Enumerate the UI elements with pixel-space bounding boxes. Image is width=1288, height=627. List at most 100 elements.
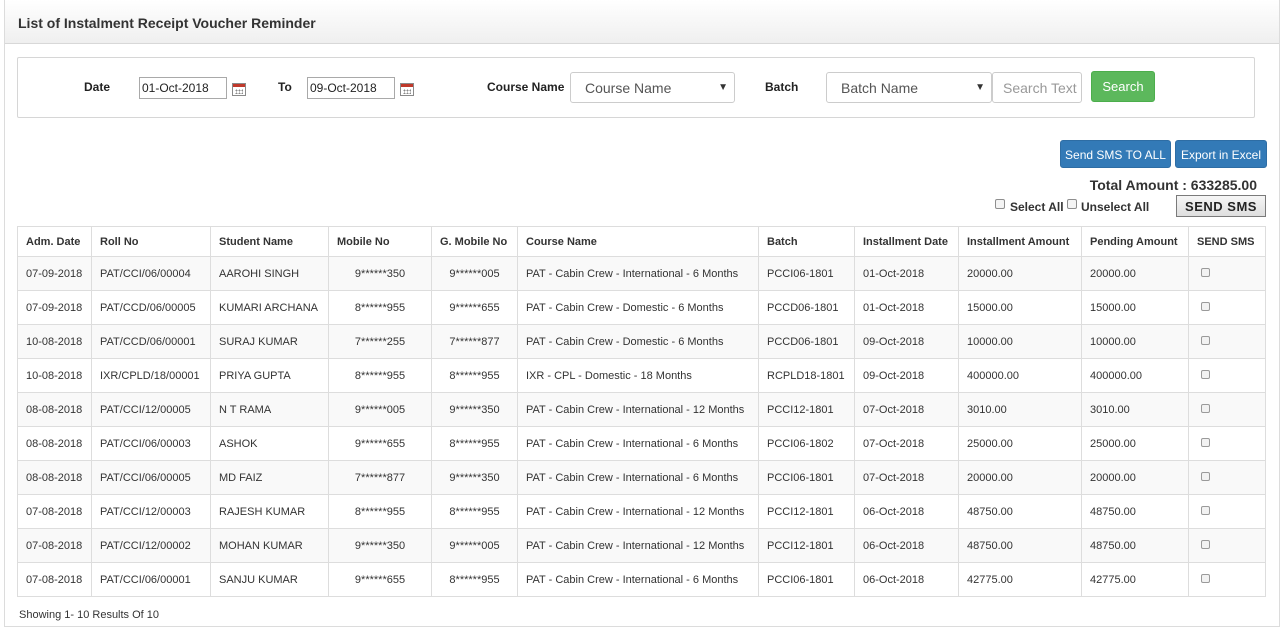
- header-pending-amount[interactable]: Pending Amount: [1081, 226, 1189, 257]
- cell-mobile-no: 8******955: [328, 290, 432, 325]
- cell-batch: PCCI06-1801: [758, 562, 855, 597]
- send-sms-button[interactable]: SEND SMS: [1176, 195, 1266, 217]
- send-sms-to-all-button[interactable]: Send SMS TO ALL: [1060, 140, 1171, 168]
- cell-adm-date: 07-08-2018: [17, 494, 92, 529]
- search-input[interactable]: Search Text: [992, 72, 1082, 103]
- cell-send-sms: [1188, 460, 1266, 495]
- header-student-name[interactable]: Student Name: [210, 226, 329, 257]
- cell-g-mobile-no: 8******955: [431, 494, 518, 529]
- cell-send-sms: [1188, 494, 1266, 529]
- table-row: 07-08-2018 PAT/CCI/12/00003 RAJESH KUMAR 8*…: [17, 494, 1266, 529]
- row-sms-checkbox[interactable]: [1201, 403, 1210, 413]
- row-sms-checkbox[interactable]: [1201, 437, 1210, 447]
- table-row: 08-08-2018 PAT/CCI/06/00005 MD FAIZ 7******…: [17, 460, 1266, 495]
- row-sms-checkbox[interactable]: [1201, 267, 1210, 277]
- cell-student-name: SURAJ KUMAR: [210, 324, 329, 359]
- date-to-input[interactable]: 09-Oct-2018: [307, 77, 395, 99]
- header-adm-date[interactable]: Adm. Date: [17, 226, 92, 257]
- cell-g-mobile-no: 9******350: [431, 392, 518, 427]
- select-all-checkbox[interactable]: [995, 199, 1005, 209]
- cell-send-sms: [1188, 426, 1266, 461]
- cell-course-name: PAT - Cabin Crew - International - 12 Mo…: [517, 392, 759, 427]
- cell-installment-amount: 15000.00: [958, 290, 1082, 325]
- cell-roll-no: PAT/CCI/12/00005: [91, 392, 211, 427]
- reminder-table: Adm. Date Roll No Student Name Mobile No…: [17, 226, 1266, 597]
- cell-student-name: MD FAIZ: [210, 460, 329, 495]
- cell-adm-date: 10-08-2018: [17, 358, 92, 393]
- unselect-all-label: Unselect All: [1081, 200, 1150, 214]
- cell-batch: PCCI06-1801: [758, 256, 855, 291]
- row-sms-checkbox[interactable]: [1201, 539, 1210, 549]
- cell-pending-amount: 15000.00: [1081, 290, 1189, 325]
- export-excel-button[interactable]: Export in Excel: [1175, 140, 1267, 168]
- row-sms-checkbox[interactable]: [1201, 573, 1210, 583]
- cell-g-mobile-no: 7******877: [431, 324, 518, 359]
- cell-installment-date: 09-Oct-2018: [854, 358, 959, 393]
- cell-adm-date: 07-08-2018: [17, 562, 92, 597]
- calendar-icon[interactable]: [400, 83, 414, 96]
- cell-send-sms: [1188, 324, 1266, 359]
- table-row: 07-09-2018 PAT/CCI/06/00004 AAROHI SINGH 9*…: [17, 256, 1266, 291]
- cell-pending-amount: 48750.00: [1081, 494, 1189, 529]
- total-amount: Total Amount : 633285.00: [1089, 177, 1257, 193]
- cell-installment-amount: 48750.00: [958, 494, 1082, 529]
- cell-pending-amount: 20000.00: [1081, 460, 1189, 495]
- row-sms-checkbox[interactable]: [1201, 335, 1210, 345]
- unselect-all-checkbox[interactable]: [1067, 199, 1077, 209]
- cell-adm-date: 08-08-2018: [17, 392, 92, 427]
- header-mobile-no[interactable]: Mobile No: [328, 226, 432, 257]
- cell-student-name: SANJU KUMAR: [210, 562, 329, 597]
- cell-course-name: PAT - Cabin Crew - International - 6 Mon…: [517, 426, 759, 461]
- cell-batch: RCPLD18-1801: [758, 358, 855, 393]
- header-course-name[interactable]: Course Name: [517, 226, 759, 257]
- row-sms-checkbox[interactable]: [1201, 369, 1210, 379]
- cell-roll-no: PAT/CCI/06/00001: [91, 562, 211, 597]
- cell-roll-no: PAT/CCI/12/00002: [91, 528, 211, 563]
- cell-batch: PCCI06-1801: [758, 460, 855, 495]
- cell-g-mobile-no: 9******005: [431, 528, 518, 563]
- cell-mobile-no: 9******350: [328, 256, 432, 291]
- cell-course-name: PAT - Cabin Crew - International - 12 Mo…: [517, 494, 759, 529]
- cell-installment-date: 06-Oct-2018: [854, 562, 959, 597]
- header-g-mobile-no[interactable]: G. Mobile No: [431, 226, 518, 257]
- cell-installment-amount: 20000.00: [958, 256, 1082, 291]
- cell-course-name: PAT - Cabin Crew - International - 6 Mon…: [517, 256, 759, 291]
- cell-pending-amount: 20000.00: [1081, 256, 1189, 291]
- header-roll-no[interactable]: Roll No: [91, 226, 211, 257]
- date-from-input[interactable]: 01-Oct-2018: [139, 77, 227, 99]
- cell-installment-amount: 20000.00: [958, 460, 1082, 495]
- row-sms-checkbox[interactable]: [1201, 471, 1210, 481]
- cell-pending-amount: 3010.00: [1081, 392, 1189, 427]
- cell-installment-amount: 3010.00: [958, 392, 1082, 427]
- chevron-down-icon: ▼: [975, 82, 985, 93]
- header-installment-date[interactable]: Installment Date: [854, 226, 959, 257]
- course-name-select[interactable]: Course Name ▼: [570, 72, 735, 103]
- header-batch[interactable]: Batch: [758, 226, 855, 257]
- batch-select[interactable]: Batch Name ▼: [826, 72, 992, 103]
- cell-installment-date: 01-Oct-2018: [854, 256, 959, 291]
- page-title: List of Instalment Receipt Voucher Remin…: [5, 0, 1279, 44]
- calendar-icon[interactable]: [232, 83, 246, 96]
- cell-student-name: PRIYA GUPTA: [210, 358, 329, 393]
- cell-mobile-no: 9******005: [328, 392, 432, 427]
- results-summary: Showing 1- 10 Results Of 10: [19, 609, 160, 621]
- cell-send-sms: [1188, 392, 1266, 427]
- cell-pending-amount: 48750.00: [1081, 528, 1189, 563]
- table-row: 08-08-2018 PAT/CCI/06/00003 ASHOK 9******65…: [17, 426, 1266, 461]
- select-all-label: Select All: [1010, 200, 1064, 214]
- batch-select-value: Batch Name: [841, 80, 919, 96]
- search-button[interactable]: Search: [1091, 71, 1155, 102]
- cell-mobile-no: 9******655: [328, 562, 432, 597]
- cell-installment-amount: 42775.00: [958, 562, 1082, 597]
- cell-send-sms: [1188, 358, 1266, 393]
- cell-course-name: PAT - Cabin Crew - Domestic - 6 Months: [517, 290, 759, 325]
- cell-mobile-no: 9******655: [328, 426, 432, 461]
- row-sms-checkbox[interactable]: [1201, 301, 1210, 311]
- header-installment-amount[interactable]: Installment Amount: [958, 226, 1082, 257]
- cell-pending-amount: 42775.00: [1081, 562, 1189, 597]
- cell-adm-date: 08-08-2018: [17, 460, 92, 495]
- cell-batch: PCCI12-1801: [758, 392, 855, 427]
- cell-installment-date: 07-Oct-2018: [854, 392, 959, 427]
- row-sms-checkbox[interactable]: [1201, 505, 1210, 515]
- cell-student-name: N T RAMA: [210, 392, 329, 427]
